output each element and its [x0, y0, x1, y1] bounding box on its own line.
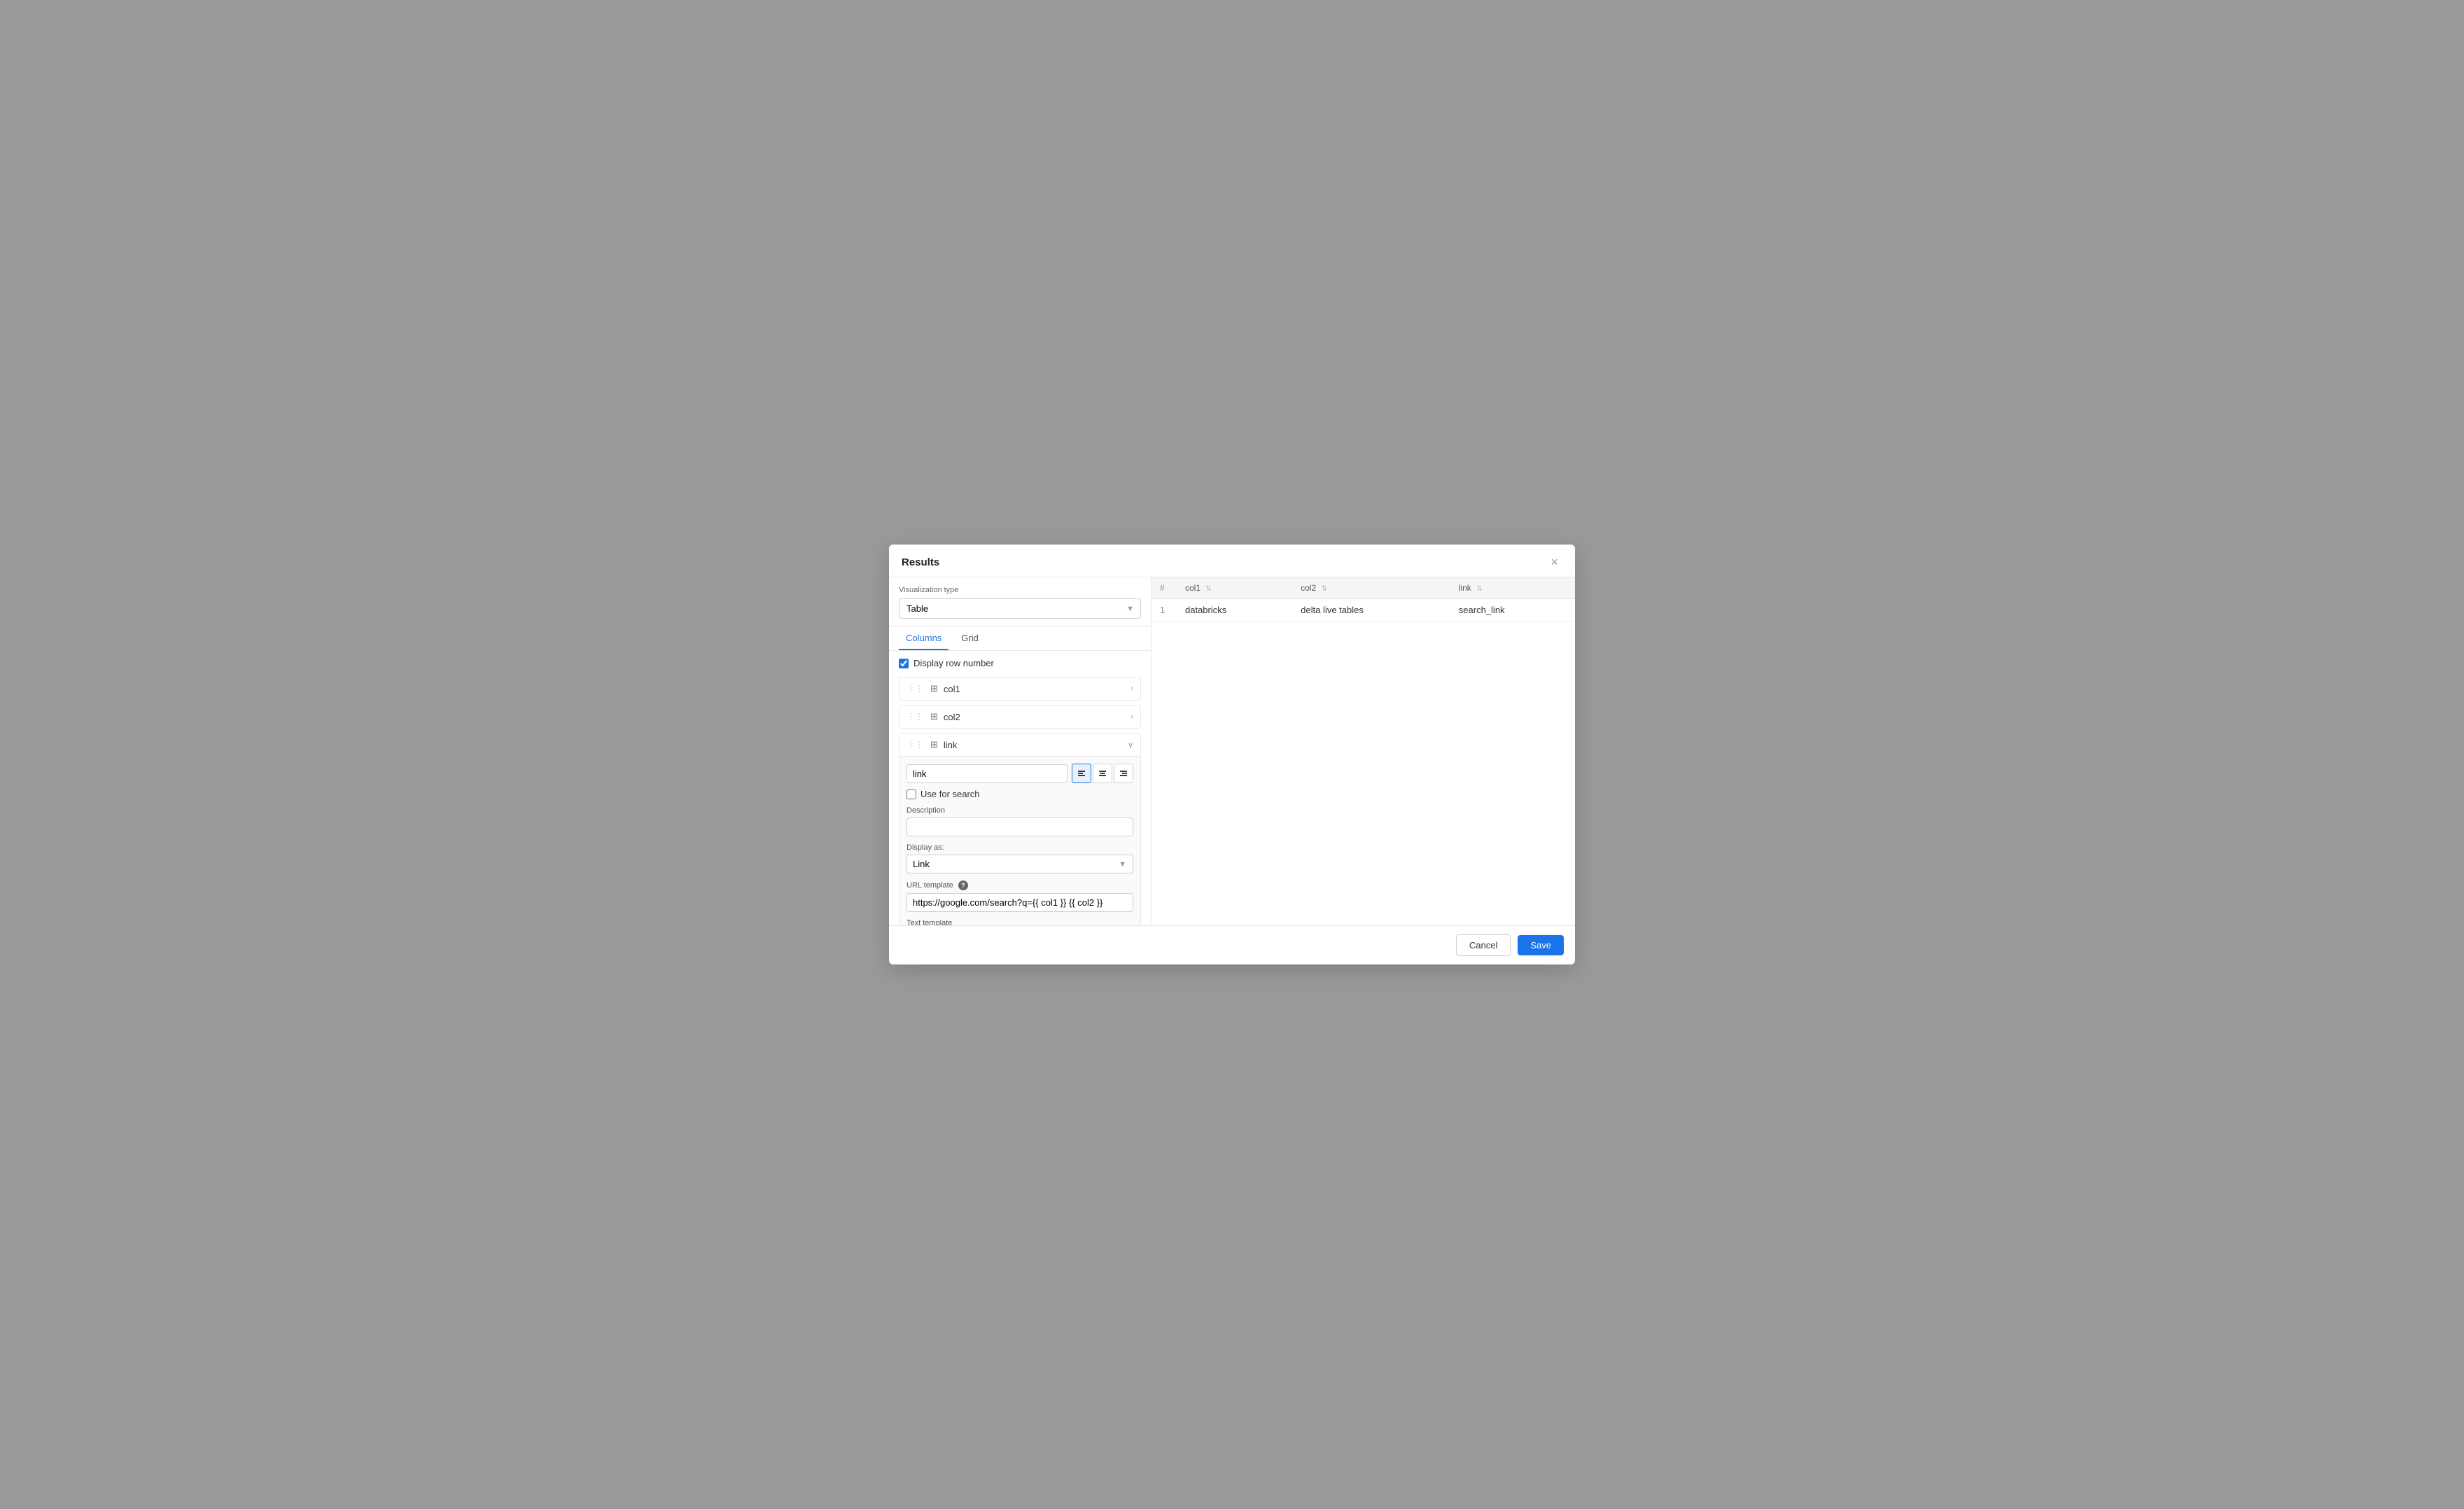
- left-scroll-area: Display row number ⋮⋮ ⊞ col1 ›: [889, 651, 1151, 925]
- col2-name: col2: [944, 712, 960, 722]
- link-name-row: [906, 764, 1133, 783]
- preview-area: # col1 ⇅ col2 ⇅ link ⇅: [1152, 577, 1575, 925]
- align-left-button[interactable]: [1072, 764, 1091, 783]
- viz-type-section: Visualization type Table Chart Counter M…: [889, 577, 1151, 626]
- col2-chevron-icon: ›: [1130, 713, 1133, 721]
- modal-header: Results ×: [889, 545, 1575, 577]
- use-for-search-label: Use for search: [920, 789, 980, 799]
- drag-handle-link[interactable]: ⋮⋮: [906, 740, 923, 750]
- column-item-link: ⋮⋮ ⊞ link ∨: [899, 733, 1141, 925]
- url-template-input[interactable]: [906, 893, 1133, 912]
- use-for-search-checkbox[interactable]: [906, 789, 916, 799]
- tab-grid[interactable]: Grid: [954, 626, 986, 650]
- left-panel: Visualization type Table Chart Counter M…: [889, 577, 1152, 925]
- column-header-link[interactable]: ⋮⋮ ⊞ link ∨: [899, 734, 1140, 756]
- cell-col2: delta live tables: [1292, 599, 1450, 622]
- col1-name: col1: [944, 684, 960, 694]
- column-header-col2[interactable]: ⋮⋮ ⊞ col2 ›: [899, 706, 1140, 728]
- header-col1[interactable]: col1 ⇅: [1177, 577, 1292, 599]
- preview-header-row: # col1 ⇅ col2 ⇅ link ⇅: [1152, 577, 1575, 599]
- alignment-buttons: [1072, 764, 1133, 783]
- link-sort-icon: ⇅: [1476, 585, 1482, 593]
- display-row-number-row: Display row number: [899, 658, 1141, 668]
- preview-thead: # col1 ⇅ col2 ⇅ link ⇅: [1152, 577, 1575, 599]
- header-num: #: [1152, 577, 1177, 599]
- header-link[interactable]: link ⇅: [1450, 577, 1575, 599]
- link-name-input[interactable]: [906, 764, 1068, 783]
- display-row-number-label: Display row number: [913, 658, 994, 668]
- url-template-label: URL template ?: [906, 880, 1133, 890]
- align-center-button[interactable]: [1093, 764, 1112, 783]
- modal-body: Visualization type Table Chart Counter M…: [889, 577, 1575, 925]
- header-col2[interactable]: col2 ⇅: [1292, 577, 1450, 599]
- link-expanded-section: Use for search Description Display as:: [899, 756, 1140, 925]
- col1-type-icon: ⊞: [930, 683, 938, 694]
- display-as-label: Display as:: [906, 843, 1133, 852]
- modal-footer: Cancel Save: [889, 925, 1575, 964]
- save-button[interactable]: Save: [1518, 935, 1564, 955]
- url-template-row: URL template ?: [906, 880, 1133, 912]
- modal-title: Results: [902, 556, 939, 568]
- tab-columns[interactable]: Columns: [899, 626, 948, 650]
- right-panel: # col1 ⇅ col2 ⇅ link ⇅: [1152, 577, 1575, 925]
- cell-link[interactable]: search_link: [1450, 599, 1575, 622]
- display-as-select-wrapper: Text Link Image Number ▼: [906, 855, 1133, 873]
- close-button[interactable]: ×: [1546, 554, 1562, 570]
- display-as-select[interactable]: Text Link Image Number: [906, 855, 1133, 873]
- display-as-row: Display as: Text Link Image Number ▼: [906, 843, 1133, 873]
- display-row-number-checkbox[interactable]: [899, 659, 909, 668]
- modal-overlay: Results × Visualization type Table Chart…: [0, 0, 2464, 1509]
- viz-type-label: Visualization type: [899, 586, 1141, 594]
- table-row: 1 databricks delta live tables search_li…: [1152, 599, 1575, 622]
- column-header-col1[interactable]: ⋮⋮ ⊞ col1 ›: [899, 678, 1140, 700]
- description-row: Description: [906, 806, 1133, 836]
- col1-chevron-icon: ›: [1130, 685, 1133, 693]
- drag-handle-col2[interactable]: ⋮⋮: [906, 712, 923, 722]
- results-modal: Results × Visualization type Table Chart…: [889, 545, 1575, 964]
- column-item-col1: ⋮⋮ ⊞ col1 ›: [899, 677, 1141, 701]
- tabs-row: Columns Grid: [889, 626, 1151, 651]
- description-label: Description: [906, 806, 1133, 815]
- align-right-button[interactable]: [1114, 764, 1133, 783]
- col2-type-icon: ⊞: [930, 711, 938, 722]
- preview-table: # col1 ⇅ col2 ⇅ link ⇅: [1152, 577, 1575, 622]
- use-for-search-row: Use for search: [906, 789, 1133, 799]
- link-name: link: [944, 740, 958, 750]
- viz-type-select[interactable]: Table Chart Counter Map: [899, 598, 1141, 619]
- link-type-icon: ⊞: [930, 739, 938, 750]
- text-template-row: Text template: [906, 919, 1133, 925]
- url-template-help-icon[interactable]: ?: [958, 880, 968, 890]
- cancel-button[interactable]: Cancel: [1456, 934, 1511, 956]
- text-template-label: Text template: [906, 919, 1133, 925]
- viz-type-select-wrapper: Table Chart Counter Map ▼: [899, 598, 1141, 619]
- link-chevron-icon: ∨: [1128, 741, 1133, 750]
- col2-sort-icon: ⇅: [1322, 585, 1327, 593]
- col1-sort-icon: ⇅: [1205, 585, 1211, 593]
- cell-col1: databricks: [1177, 599, 1292, 622]
- preview-tbody: 1 databricks delta live tables search_li…: [1152, 599, 1575, 622]
- drag-handle-col1[interactable]: ⋮⋮: [906, 684, 923, 694]
- description-input[interactable]: [906, 817, 1133, 836]
- cell-num: 1: [1152, 599, 1177, 622]
- column-item-col2: ⋮⋮ ⊞ col2 ›: [899, 705, 1141, 729]
